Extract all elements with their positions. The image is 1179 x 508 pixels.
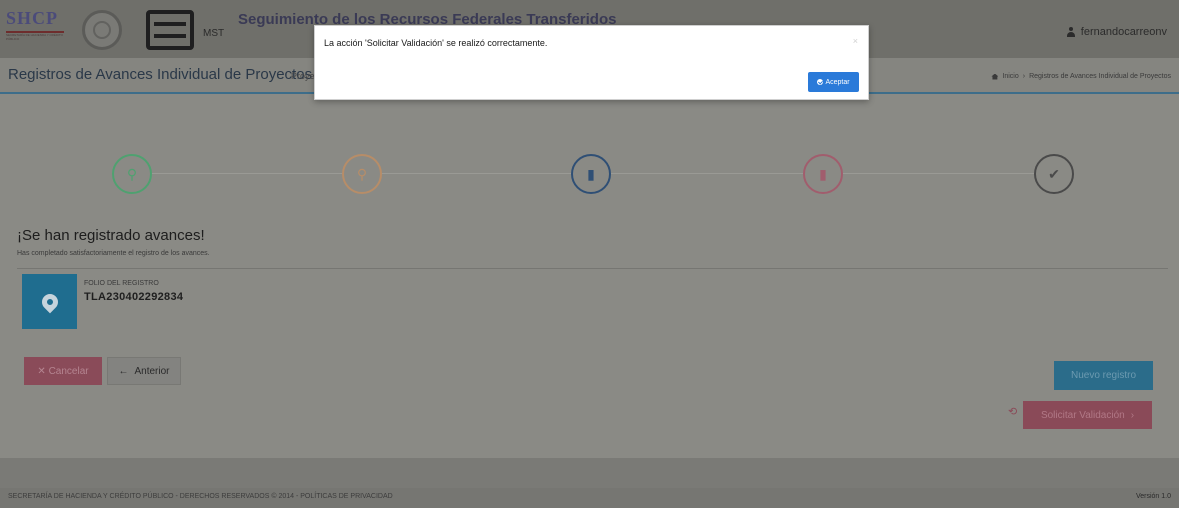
- cancel-button[interactable]: ✕ Cancelar: [24, 357, 102, 385]
- version-label: Versión 1.0: [1135, 493, 1171, 500]
- breadcrumb-current: Registros de Avances Individual de Proye…: [1029, 73, 1171, 80]
- accept-button[interactable]: Aceptar: [808, 72, 859, 92]
- folio-badge: [22, 274, 77, 329]
- pin-outline-icon: ⚲: [356, 165, 368, 182]
- shcp-logo[interactable]: SHCP SECRETARÍA DE HACIENDA Y CRÉDITO PÚ…: [6, 8, 72, 48]
- mst-label: MST: [203, 28, 225, 39]
- footer-strip: [0, 458, 1179, 488]
- success-heading: ¡Se han registrado avances!: [17, 227, 205, 244]
- wizard-steps: ⚲ ⚲ ▮ ▮ ✔: [0, 146, 1179, 206]
- folio-label: FOLIO DEL REGISTRO: [84, 280, 159, 287]
- step-pdf[interactable]: ▮: [803, 154, 843, 194]
- success-text: Has completado satisfactoriamente el reg…: [17, 250, 210, 257]
- previous-button-label: Anterior: [134, 365, 170, 377]
- step-location[interactable]: ⚲: [112, 154, 152, 194]
- home-icon: [991, 73, 999, 80]
- divider: [17, 268, 1168, 269]
- confirmation-dialog: La acción 'Solicitar Validación' se real…: [314, 25, 869, 100]
- user-icon: [1066, 27, 1076, 37]
- mst-logo-icon: [146, 10, 194, 50]
- refresh-icon: ⟲: [1008, 406, 1018, 418]
- footer: SECRETARÍA DE HACIENDA Y CRÉDITO PÚBLICO…: [0, 488, 1179, 508]
- close-icon[interactable]: ×: [853, 36, 858, 46]
- document-icon: ▮: [587, 165, 595, 182]
- step-check[interactable]: ✔: [1034, 154, 1074, 194]
- check-circle-icon: [817, 79, 824, 85]
- pdf-icon: ▮: [819, 165, 827, 182]
- breadcrumb-home[interactable]: Inicio: [1002, 73, 1018, 80]
- chevron-right-icon: ›: [1130, 409, 1135, 421]
- folio-value: TLA230402292834: [84, 291, 184, 303]
- page-title: Registros de Avances Individual de Proye…: [8, 66, 313, 83]
- user-menu[interactable]: fernandocarreonv: [1066, 26, 1167, 38]
- accept-button-label: Aceptar: [825, 78, 850, 86]
- dialog-message: La acción 'Solicitar Validación' se real…: [324, 38, 548, 48]
- request-validation-button[interactable]: Solicitar Validación ›: [1023, 401, 1152, 429]
- request-validation-label: Solicitar Validación: [1040, 409, 1125, 421]
- previous-button[interactable]: ← Anterior: [107, 357, 181, 385]
- shcp-logo-text: SHCP: [6, 8, 59, 28]
- username: fernandocarreonv: [1080, 26, 1167, 38]
- footer-text: SECRETARÍA DE HACIENDA Y CRÉDITO PÚBLICO…: [8, 493, 393, 500]
- step-document[interactable]: ▮: [571, 154, 611, 194]
- map-pin-icon: ⚲: [126, 165, 138, 182]
- step-pin[interactable]: ⚲: [342, 154, 382, 194]
- national-seal-icon: [82, 10, 122, 50]
- check-icon: ✔: [1048, 165, 1060, 182]
- new-record-button[interactable]: Nuevo registro: [1054, 361, 1153, 390]
- arrow-left-icon: ←: [118, 365, 129, 377]
- location-pin-icon: [38, 290, 61, 313]
- breadcrumb: Inicio › Registros de Avances Individual…: [991, 73, 1171, 80]
- shcp-logo-subtitle: SECRETARÍA DE HACIENDA Y CRÉDITO PÚBLICO: [6, 33, 63, 41]
